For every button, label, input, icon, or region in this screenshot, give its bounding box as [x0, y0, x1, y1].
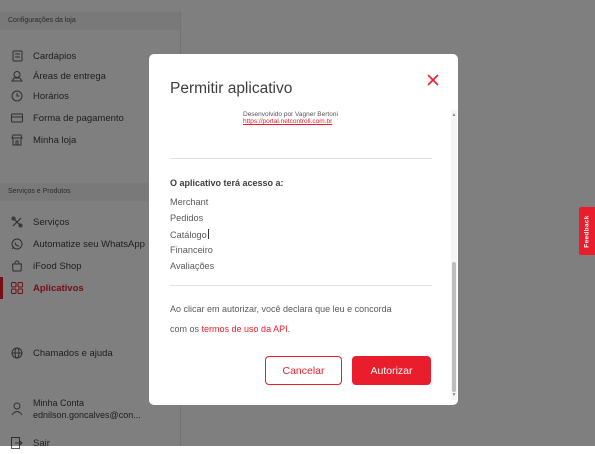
dialog-scrollbar[interactable]: ▲ ▼ — [451, 110, 457, 400]
scroll-thumb[interactable] — [452, 262, 456, 392]
permission-item: Pedidos — [170, 213, 204, 223]
developer-link[interactable]: https://portal.netcontroll.com.br — [243, 118, 332, 125]
permission-item: Merchant — [170, 197, 209, 207]
permission-item: Financeiro — [170, 245, 213, 255]
text-cursor — [207, 229, 209, 239]
scroll-up-arrow-icon[interactable]: ▲ — [451, 112, 457, 118]
consent-text: Ao clicar em autorizar, você declara que… — [170, 304, 392, 314]
dialog-title: Permitir aplicativo — [170, 80, 293, 97]
divider — [170, 285, 432, 286]
authorize-button[interactable]: Autorizar — [352, 356, 431, 385]
close-icon — [427, 74, 439, 86]
close-button[interactable] — [425, 74, 441, 90]
scroll-down-arrow-icon[interactable]: ▼ — [451, 392, 457, 398]
permission-item: Avaliações — [170, 261, 215, 271]
consent-text-2: com os termos de uso da API. — [170, 324, 291, 334]
cancel-button[interactable]: Cancelar — [265, 356, 342, 385]
dialog-scroll-content[interactable]: Desenvolvido por Vagner Bertoni https://… — [170, 110, 432, 400]
terms-link[interactable]: termos de uso da API — [202, 324, 288, 334]
feedback-tab[interactable]: Feedback — [579, 207, 595, 255]
divider — [170, 158, 432, 159]
permission-dialog: Permitir aplicativo Desenvolvido por Vag… — [149, 54, 458, 405]
permission-item: Catálogo — [170, 229, 209, 240]
access-title: O aplicativo terá acesso a: — [170, 178, 284, 188]
developer-credit: Desenvolvido por Vagner Bertoni — [243, 111, 338, 118]
